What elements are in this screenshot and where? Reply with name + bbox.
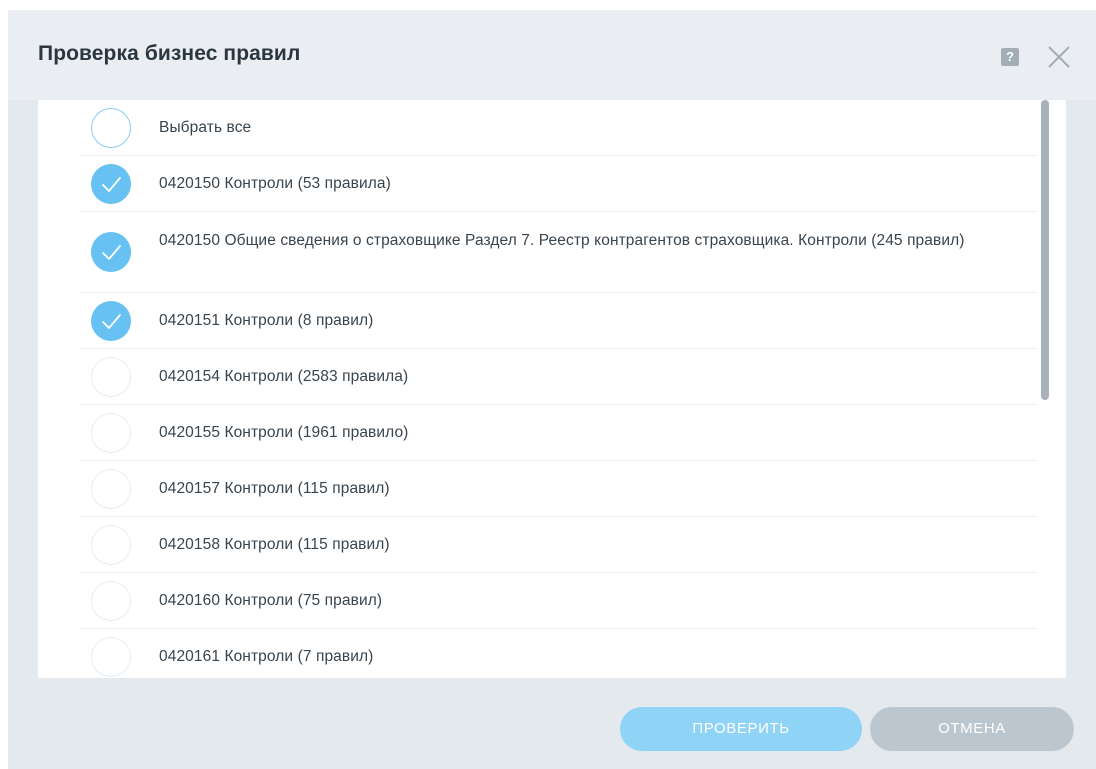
rule-checkbox-checked[interactable] — [91, 232, 131, 272]
rules-list: Выбрать все 0420150 Контроли (53 правила… — [80, 100, 1037, 678]
select-all-row[interactable]: Выбрать все — [80, 100, 1037, 156]
rule-label: 0420151 Контроли (8 правил) — [159, 312, 374, 329]
rule-checkbox-checked[interactable] — [91, 301, 131, 341]
business-rules-dialog: Проверка бизнес правил ? Выбрать все 042… — [8, 10, 1096, 769]
rule-label: 0420158 Контроли (115 правил) — [159, 536, 390, 553]
rule-row[interactable]: 0420160 Контроли (75 правил) — [80, 573, 1037, 629]
rule-label: 0420155 Контроли (1961 правило) — [159, 424, 409, 441]
rule-label: 0420154 Контроли (2583 правила) — [159, 368, 409, 385]
rule-checkbox[interactable] — [91, 525, 131, 565]
check-button[interactable]: ПРОВЕРИТЬ — [620, 707, 862, 751]
rule-row[interactable]: 0420155 Контроли (1961 правило) — [80, 405, 1037, 461]
rule-label: 0420157 Контроли (115 правил) — [159, 480, 390, 497]
rule-label: 0420161 Контроли (7 правил) — [159, 648, 374, 665]
select-all-checkbox[interactable] — [91, 108, 131, 148]
dialog-title: Проверка бизнес правил — [38, 42, 301, 65]
checkmark-icon — [102, 314, 121, 329]
rules-list-area: Выбрать все 0420150 Контроли (53 правила… — [38, 100, 1066, 678]
checkmark-icon — [102, 245, 121, 260]
rule-checkbox[interactable] — [91, 469, 131, 509]
rule-checkbox[interactable] — [91, 357, 131, 397]
list-scrollbar[interactable] — [1041, 100, 1049, 400]
rule-row[interactable]: 0420151 Контроли (8 правил) — [80, 293, 1037, 349]
rule-row[interactable]: 0420158 Контроли (115 правил) — [80, 517, 1037, 573]
rule-label: 0420150 Общие сведения о страховщике Раз… — [159, 232, 965, 249]
rule-checkbox[interactable] — [91, 637, 131, 677]
close-icon[interactable] — [1046, 44, 1072, 70]
cancel-button[interactable]: ОТМЕНА — [870, 707, 1074, 751]
rule-row[interactable]: 0420150 Общие сведения о страховщике Раз… — [80, 212, 1037, 293]
dialog-header: Проверка бизнес правил ? — [8, 10, 1096, 100]
dialog-footer: ПРОВЕРИТЬ ОТМЕНА — [8, 678, 1096, 769]
rule-row[interactable]: 0420157 Контроли (115 правил) — [80, 461, 1037, 517]
rule-row[interactable]: 0420154 Контроли (2583 правила) — [80, 349, 1037, 405]
question-icon[interactable]: ? — [1001, 48, 1019, 66]
rule-row[interactable]: 0420161 Контроли (7 правил) — [80, 629, 1037, 678]
rule-checkbox-checked[interactable] — [91, 164, 131, 204]
select-all-label: Выбрать все — [159, 119, 252, 136]
rule-label: 0420150 Контроли (53 правила) — [159, 175, 391, 192]
checkmark-icon — [102, 177, 121, 192]
rule-row[interactable]: 0420150 Контроли (53 правила) — [80, 156, 1037, 212]
rule-label: 0420160 Контроли (75 правил) — [159, 592, 383, 609]
rule-checkbox[interactable] — [91, 413, 131, 453]
rule-checkbox[interactable] — [91, 581, 131, 621]
